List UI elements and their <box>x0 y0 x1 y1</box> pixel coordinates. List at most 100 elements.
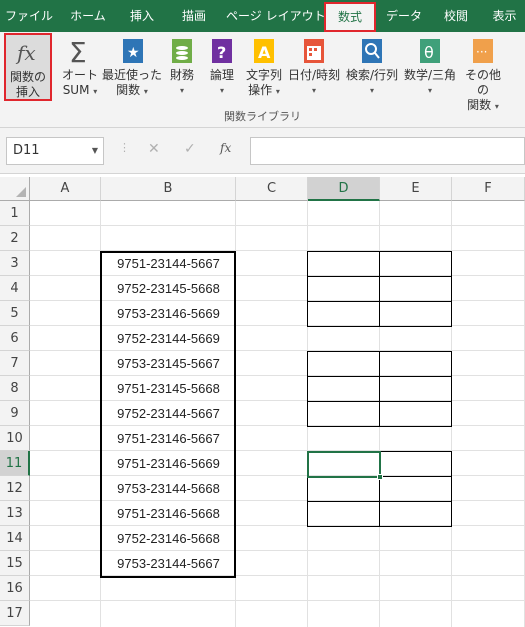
svg-text:★: ★ <box>127 45 140 61</box>
datetime-caret: ▾ <box>311 86 316 95</box>
row-header-15[interactable]: 15 <box>0 551 30 576</box>
column-header-c[interactable]: C <box>236 177 308 201</box>
theta-icon: θ <box>416 36 444 66</box>
cell-d13[interactable] <box>307 501 380 527</box>
column-header-d[interactable]: D <box>308 177 380 201</box>
svg-text:Σ: Σ <box>69 36 87 66</box>
logical-icon: ? <box>208 36 236 66</box>
cell-d3[interactable] <box>307 251 380 277</box>
cell-e12[interactable] <box>379 476 452 502</box>
row-header-3[interactable]: 3 <box>0 251 30 276</box>
financial-button[interactable]: 財務 ▾ <box>164 36 200 98</box>
tab-file[interactable]: ファイル <box>0 0 58 32</box>
row-header-4[interactable]: 4 <box>0 276 30 301</box>
magnifier-icon <box>358 36 386 66</box>
cell-e5[interactable] <box>379 301 452 327</box>
row-header-2[interactable]: 2 <box>0 226 30 251</box>
financial-icon <box>168 36 196 66</box>
row-header-7[interactable]: 7 <box>0 351 30 376</box>
svg-text:fx: fx <box>15 41 36 65</box>
text-label-2: 操作 ▾ <box>248 83 280 97</box>
more-functions-icon: ··· <box>469 36 497 66</box>
recent-label-2: 関数 ▾ <box>116 83 148 97</box>
more-functions-button[interactable]: ··· その他の 関数 ▾ <box>460 36 506 114</box>
column-header-f[interactable]: F <box>452 177 525 201</box>
text-label: 文字列 <box>245 68 282 82</box>
text-icon: A <box>250 36 278 66</box>
cell-d12[interactable] <box>307 476 380 502</box>
tab-draw[interactable]: 描画 <box>172 0 216 32</box>
lookup-caret: ▾ <box>369 86 374 95</box>
logical-label: 論理 <box>209 68 234 82</box>
ribbon: fx 関数の 挿入 Σ オート SUM ▾ ★ 最近使った 関数 ▾ 財務 ▾ … <box>0 32 525 128</box>
cell-d7[interactable] <box>307 351 380 377</box>
autosum-label-2: SUM ▾ <box>62 83 98 97</box>
datetime-label: 日付/時刻 <box>287 68 341 82</box>
row-header-14[interactable]: 14 <box>0 526 30 551</box>
tab-home[interactable]: ホーム <box>62 0 114 32</box>
autosum-label: オート <box>61 68 98 82</box>
row-header-1[interactable]: 1 <box>0 201 30 226</box>
financial-caret: ▾ <box>179 86 184 95</box>
row-header-11[interactable]: 11 <box>0 451 30 476</box>
insert-function-icon[interactable]: fx <box>220 141 231 155</box>
recent-label: 最近使った <box>102 68 163 82</box>
fill-handle[interactable] <box>377 474 383 480</box>
tab-review[interactable]: 校閲 <box>434 0 478 32</box>
logical-button[interactable]: ? 論理 ▾ <box>204 36 240 98</box>
row-header-6[interactable]: 6 <box>0 326 30 351</box>
svg-text:θ: θ <box>424 43 434 62</box>
math-label: 数学/三角 <box>403 68 457 82</box>
formula-input[interactable] <box>250 137 525 165</box>
svg-text:?: ? <box>217 43 226 62</box>
math-button[interactable]: θ 数学/三角 ▾ <box>402 36 458 98</box>
active-cell-selection[interactable] <box>307 451 381 478</box>
more-label: その他の <box>464 68 501 97</box>
svg-text:A: A <box>258 43 271 62</box>
column-header-a[interactable]: A <box>30 177 101 201</box>
column-header-e[interactable]: E <box>380 177 452 201</box>
tab-view[interactable]: 表示 <box>484 0 525 32</box>
row-header-5[interactable]: 5 <box>0 301 30 326</box>
tab-insert[interactable]: 挿入 <box>120 0 164 32</box>
cell-e4[interactable] <box>379 276 452 302</box>
cell-e11[interactable] <box>379 451 452 477</box>
row-header-13[interactable]: 13 <box>0 501 30 526</box>
cancel-icon[interactable]: ✕ <box>148 141 160 157</box>
row-header-16[interactable]: 16 <box>0 576 30 601</box>
cell-e9[interactable] <box>379 401 452 427</box>
cell-d5[interactable] <box>307 301 380 327</box>
confirm-icon[interactable]: ✓ <box>184 141 196 157</box>
cell-d9[interactable] <box>307 401 380 427</box>
tab-formulas[interactable]: 数式 <box>324 2 376 32</box>
star-book-icon: ★ <box>118 36 146 66</box>
cell-e7[interactable] <box>379 351 452 377</box>
column-header-b[interactable]: B <box>101 177 236 201</box>
row-header-8[interactable]: 8 <box>0 376 30 401</box>
math-caret: ▾ <box>427 86 432 95</box>
name-box[interactable]: D11 ▼ <box>6 137 104 165</box>
more-options-icon: ⋮ <box>119 141 130 154</box>
lookup-button[interactable]: 検索/行列 ▾ <box>344 36 400 98</box>
row-header-12[interactable]: 12 <box>0 476 30 501</box>
cell-d8[interactable] <box>307 376 380 402</box>
insert-function-button[interactable]: fx 関数の 挿入 <box>4 33 52 101</box>
cell-d4[interactable] <box>307 276 380 302</box>
text-functions-button[interactable]: A 文字列 操作 ▾ <box>244 36 284 99</box>
cell-e13[interactable] <box>379 501 452 527</box>
tab-page-layout[interactable]: ページ レイアウト <box>226 0 326 32</box>
cell-e8[interactable] <box>379 376 452 402</box>
row-header-17[interactable]: 17 <box>0 601 30 626</box>
row-header-10[interactable]: 10 <box>0 426 30 451</box>
row-header-9[interactable]: 9 <box>0 401 30 426</box>
autosum-button[interactable]: Σ オート SUM ▾ <box>58 36 102 99</box>
select-all-button[interactable] <box>0 177 30 201</box>
formula-bar: D11 ▼ ⋮ ✕ ✓ fx <box>0 128 525 174</box>
chevron-down-icon[interactable]: ▼ <box>92 138 98 164</box>
tab-data[interactable]: データ <box>382 0 426 32</box>
cell-e3[interactable] <box>379 251 452 277</box>
datetime-button[interactable]: 日付/時刻 ▾ <box>286 36 342 98</box>
recent-functions-button[interactable]: ★ 最近使った 関数 ▾ <box>102 36 162 99</box>
insert-function-label: 関数の <box>9 70 46 84</box>
logical-caret: ▾ <box>219 86 224 95</box>
